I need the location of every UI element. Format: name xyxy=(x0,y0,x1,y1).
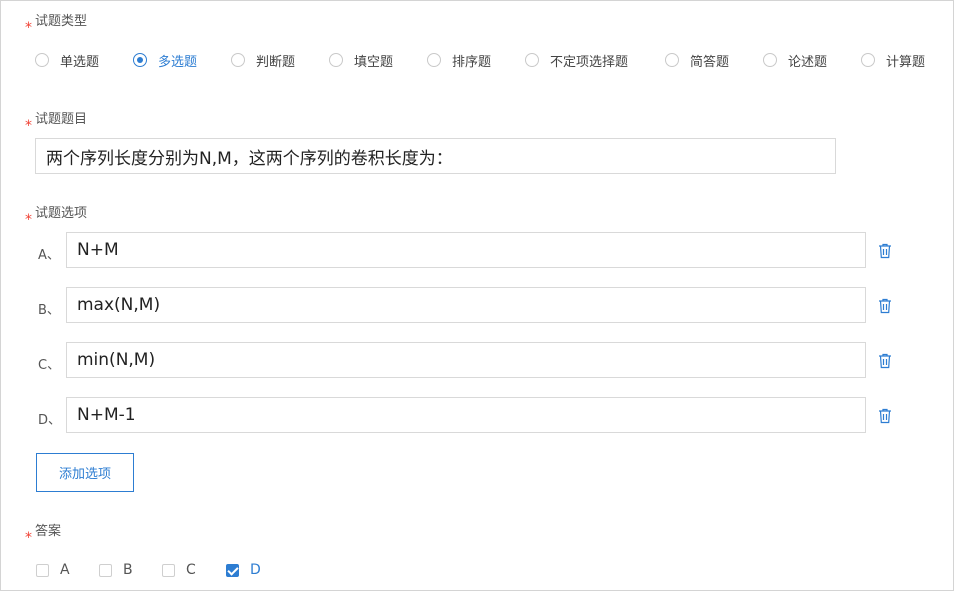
checkbox-box xyxy=(36,563,49,577)
checkbox-label: C xyxy=(186,562,196,578)
checkbox-box xyxy=(99,563,112,577)
radio-circle xyxy=(763,53,777,67)
required-mark: * xyxy=(25,530,32,546)
radio-label: 判断题 xyxy=(256,54,296,70)
required-mark: * xyxy=(25,20,32,36)
radio-circle xyxy=(35,53,49,67)
answer-checkbox-d[interactable]: D xyxy=(226,562,261,578)
radio-circle xyxy=(329,53,343,67)
delete-option-c-trash-icon[interactable] xyxy=(878,353,892,369)
option-letter-d: D、 xyxy=(38,413,62,428)
answer-label: 答案 xyxy=(35,524,62,539)
delete-option-b-trash-icon[interactable] xyxy=(878,298,892,314)
radio-ordering[interactable]: 排序题 xyxy=(427,50,491,70)
checkbox-box xyxy=(226,563,239,577)
radio-label: 填空题 xyxy=(354,54,394,70)
checkbox-label: D xyxy=(250,562,261,578)
radio-multiple-choice[interactable]: 多选题 xyxy=(133,50,197,70)
radio-circle xyxy=(861,53,875,67)
required-mark: * xyxy=(25,118,32,134)
radio-true-false[interactable]: 判断题 xyxy=(231,50,295,70)
question-type-radio-group: 单选题 多选题 判断题 填空题 排序题 不定项选择题 简答题 论述题 计算题 xyxy=(35,50,945,70)
question-title-label: 试题题目 xyxy=(35,112,88,127)
radio-circle xyxy=(665,53,679,67)
question-editor-form: * 试题类型 单选题 多选题 判断题 填空题 排序题 不定项选择题 简答题 论述… xyxy=(0,0,954,591)
checkbox-label: B xyxy=(123,562,133,578)
question-title-input[interactable]: 两个序列长度分别为N,M，这两个序列的卷积长度为： xyxy=(35,138,836,174)
radio-calculation[interactable]: 计算题 xyxy=(861,50,925,70)
radio-circle xyxy=(427,53,441,67)
question-type-label: 试题类型 xyxy=(35,14,88,29)
question-options-label: 试题选项 xyxy=(35,206,88,221)
option-letter-a: A、 xyxy=(38,248,60,263)
checkbox-label: A xyxy=(60,562,70,578)
radio-short-answer[interactable]: 简答题 xyxy=(665,50,729,70)
delete-option-a-trash-icon[interactable] xyxy=(878,243,892,259)
add-option-button[interactable]: 添加选项 xyxy=(36,453,134,492)
radio-indefinite-choice[interactable]: 不定项选择题 xyxy=(525,50,628,70)
radio-label: 排序题 xyxy=(452,54,492,70)
radio-fill-blank[interactable]: 填空题 xyxy=(329,50,393,70)
radio-single-choice[interactable]: 单选题 xyxy=(35,50,99,70)
answer-checkbox-a[interactable]: A xyxy=(36,562,70,578)
radio-label: 计算题 xyxy=(886,54,926,70)
delete-option-d-trash-icon[interactable] xyxy=(878,408,892,424)
radio-essay[interactable]: 论述题 xyxy=(763,50,827,70)
answer-checkbox-c[interactable]: C xyxy=(162,562,196,578)
option-b-input[interactable]: max(N,M) xyxy=(66,287,866,323)
radio-label: 简答题 xyxy=(690,54,730,70)
option-letter-c: C、 xyxy=(38,358,61,373)
radio-circle xyxy=(133,53,147,67)
radio-label: 单选题 xyxy=(60,54,100,70)
checkbox-box xyxy=(162,563,175,577)
radio-circle xyxy=(525,53,539,67)
radio-label: 不定项选择题 xyxy=(550,54,629,70)
radio-label: 论述题 xyxy=(788,54,828,70)
answer-checkbox-b[interactable]: B xyxy=(99,562,133,578)
option-letter-b: B、 xyxy=(38,303,60,318)
option-d-input[interactable]: N+M-1 xyxy=(66,397,866,433)
option-c-input[interactable]: min(N,M) xyxy=(66,342,866,378)
option-a-input[interactable]: N+M xyxy=(66,232,866,268)
required-mark: * xyxy=(25,212,32,228)
radio-circle xyxy=(231,53,245,67)
radio-label: 多选题 xyxy=(158,54,198,70)
